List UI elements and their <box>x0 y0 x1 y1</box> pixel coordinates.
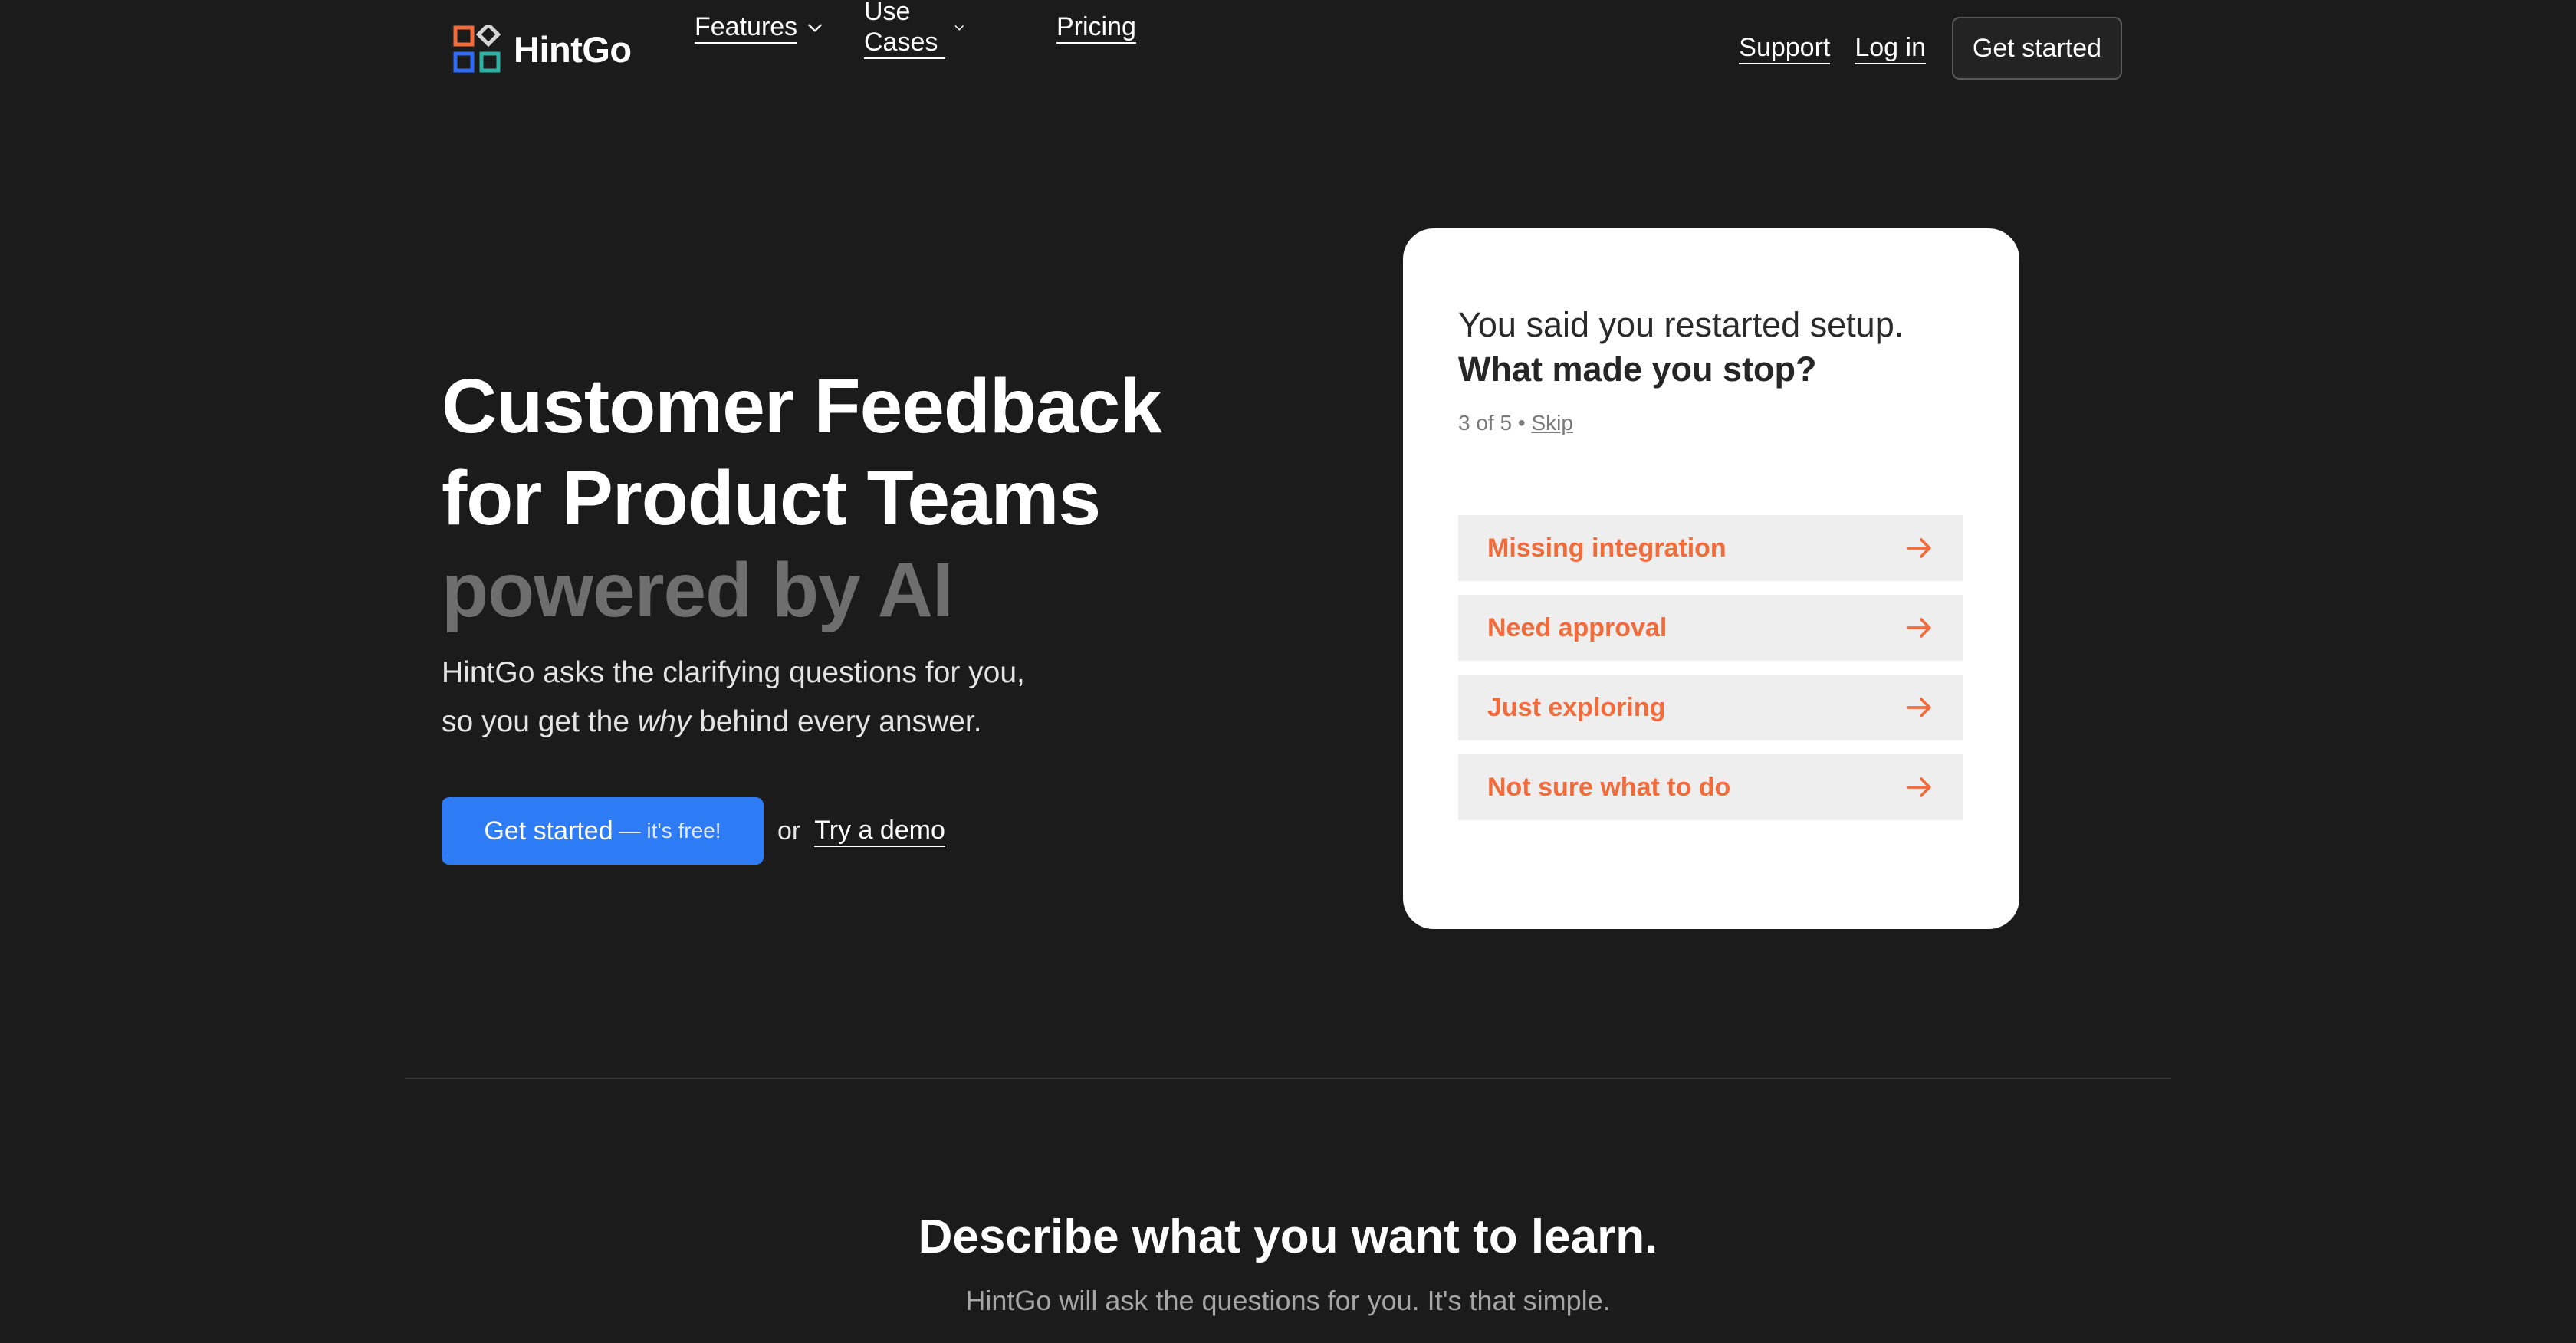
nav-pricing[interactable]: Pricing <box>1056 6 1136 49</box>
login-link[interactable]: Log in <box>1855 32 1926 64</box>
survey-option[interactable]: Just exploring <box>1458 675 1963 740</box>
arrow-right-icon <box>1907 698 1931 717</box>
skip-link[interactable]: Skip <box>1531 411 1572 435</box>
survey-question-context: You said you restarted setup. <box>1458 305 1904 344</box>
nav-features-label: Features <box>695 11 798 44</box>
survey-option[interactable]: Not sure what to do <box>1458 754 1963 820</box>
survey-card: You said you restarted setup. What made … <box>1403 228 2019 929</box>
survey-option-label: Missing integration <box>1487 533 1727 563</box>
hero-subtitle: HintGo asks the clarifying questions for… <box>442 649 1025 747</box>
hero-title-line-3: powered by AI <box>442 547 954 633</box>
arrow-right-icon <box>1907 538 1931 558</box>
hero-get-started-button[interactable]: Get started — it's free! <box>442 797 764 865</box>
hero-subtitle-line-2: so you get the why behind every answer. <box>442 698 1025 747</box>
survey-option[interactable]: Need approval <box>1458 595 1963 661</box>
logo-icon <box>453 25 501 73</box>
nav-use-cases[interactable]: Use Cases <box>864 0 965 59</box>
survey-options: Missing integration Need approval Just e… <box>1458 515 1963 834</box>
hero-title-line-1: Customer Feedback <box>442 363 1162 449</box>
hero-cta-row: Get started — it's free! or Try a demo <box>442 797 945 865</box>
hero-get-started-label: Get started <box>484 816 613 846</box>
chevron-down-icon <box>955 25 964 31</box>
brand-logo[interactable]: HintGo <box>452 25 632 74</box>
survey-option-label: Just exploring <box>1487 692 1666 722</box>
header-actions: Support Log in Get started <box>1739 17 2122 80</box>
hero-subtitle-emphasis: why <box>637 705 692 738</box>
section-title: Describe what you want to learn. <box>918 1210 1658 1263</box>
hero-title: Customer Feedback for Product Teams powe… <box>442 360 1162 636</box>
brand-name: HintGo <box>514 28 632 70</box>
survey-question: What made you stop? <box>1458 350 1817 389</box>
survey-progress-separator: • <box>1517 411 1526 435</box>
try-demo-link[interactable]: Try a demo <box>814 815 945 847</box>
survey-option-label: Not sure what to do <box>1487 772 1731 802</box>
hero-subtitle-post: behind every answer. <box>691 705 982 738</box>
chevron-down-icon <box>808 24 822 32</box>
or-text: or <box>777 816 801 846</box>
nav-features[interactable]: Features <box>695 6 825 49</box>
survey-progress: 3 of 5 • Skip <box>1458 411 1573 435</box>
site-header: HintGo Features Use Cases Pricing Suppor… <box>0 0 2576 98</box>
hero-subtitle-line-1: HintGo asks the clarifying questions for… <box>442 656 1025 689</box>
arrow-right-icon <box>1907 777 1931 797</box>
survey-option-label: Need approval <box>1487 612 1668 642</box>
section-subtitle: HintGo will ask the questions for you. I… <box>965 1285 1611 1316</box>
hero-title-line-2: for Product Teams <box>442 455 1101 541</box>
hero-free-note: — it's free! <box>619 819 721 842</box>
survey-progress-count: 3 of 5 <box>1458 411 1513 435</box>
survey-option[interactable]: Missing integration <box>1458 515 1963 581</box>
nav-use-cases-label: Use Cases <box>864 0 945 59</box>
section-divider <box>405 1078 2171 1079</box>
hero-subtitle-pre: so you get the <box>442 705 638 738</box>
support-link[interactable]: Support <box>1739 32 1831 64</box>
nav-pricing-label: Pricing <box>1056 11 1136 44</box>
header-get-started-button[interactable]: Get started <box>1952 17 2122 80</box>
arrow-right-icon <box>1907 618 1931 638</box>
